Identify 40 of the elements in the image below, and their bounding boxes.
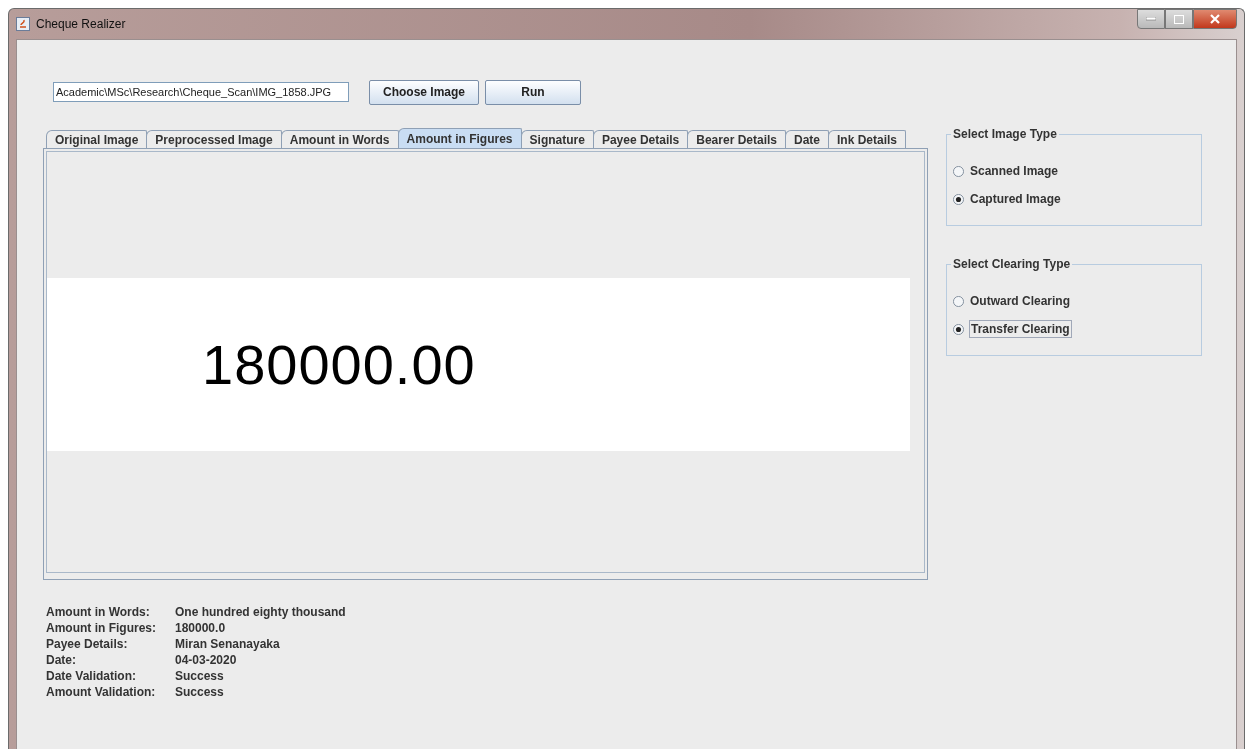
- result-value: One hundred eighty thousand: [175, 606, 346, 619]
- tab[interactable]: Signature: [520, 130, 594, 148]
- radio-label[interactable]: Outward Clearing: [969, 293, 1071, 309]
- tab[interactable]: Original Image: [46, 130, 148, 148]
- radio-label[interactable]: Captured Image: [969, 191, 1062, 207]
- radio-button[interactable]: [953, 193, 964, 205]
- result-label: Amount in Words:: [46, 606, 151, 619]
- close-button[interactable]: [1193, 9, 1237, 29]
- result-label: Amount in Figures:: [46, 622, 157, 635]
- run-button[interactable]: Run: [485, 79, 581, 105]
- window-title: Cheque Realizer: [36, 17, 126, 31]
- tab[interactable]: Preprocessed Image: [146, 130, 282, 148]
- result-value: 180000.0: [175, 622, 227, 635]
- radio-button[interactable]: [953, 295, 964, 307]
- amount-figures-text: 180000.00: [202, 331, 476, 397]
- radio-button[interactable]: [953, 323, 964, 335]
- result-label: Date:: [46, 654, 77, 667]
- maximize-button[interactable]: [1165, 9, 1193, 29]
- result-value: Miran Senanayaka: [175, 638, 281, 651]
- group-title: Select Clearing Type: [951, 257, 1073, 271]
- choose-image-button[interactable]: Choose Image: [369, 79, 479, 105]
- result-value: Success: [175, 686, 225, 699]
- radio-label[interactable]: Scanned Image: [969, 163, 1060, 179]
- minimize-button[interactable]: [1137, 9, 1165, 29]
- result-label: Payee Details:: [46, 638, 129, 651]
- minimize-icon: [1146, 17, 1156, 21]
- group-title: Select Image Type: [951, 127, 1059, 141]
- radio-button[interactable]: [953, 165, 964, 177]
- close-icon: [1209, 14, 1221, 24]
- result-label: Amount Validation:: [46, 686, 157, 699]
- tab[interactable]: Ink Details: [828, 130, 907, 148]
- app-icon: [16, 17, 30, 31]
- maximize-icon: [1174, 14, 1184, 24]
- result-label: Date Validation:: [46, 670, 138, 683]
- file-path-field[interactable]: Academic\MSc\Research\Cheque_Scan\IMG_1858.JPG: [53, 82, 349, 102]
- result-value: Success: [175, 670, 225, 683]
- tab[interactable]: Payee Details: [592, 130, 689, 148]
- tab[interactable]: Amount in Figures: [397, 128, 522, 148]
- radio-label[interactable]: Transfer Clearing: [969, 320, 1072, 338]
- result-value: 04-03-2020: [175, 654, 238, 667]
